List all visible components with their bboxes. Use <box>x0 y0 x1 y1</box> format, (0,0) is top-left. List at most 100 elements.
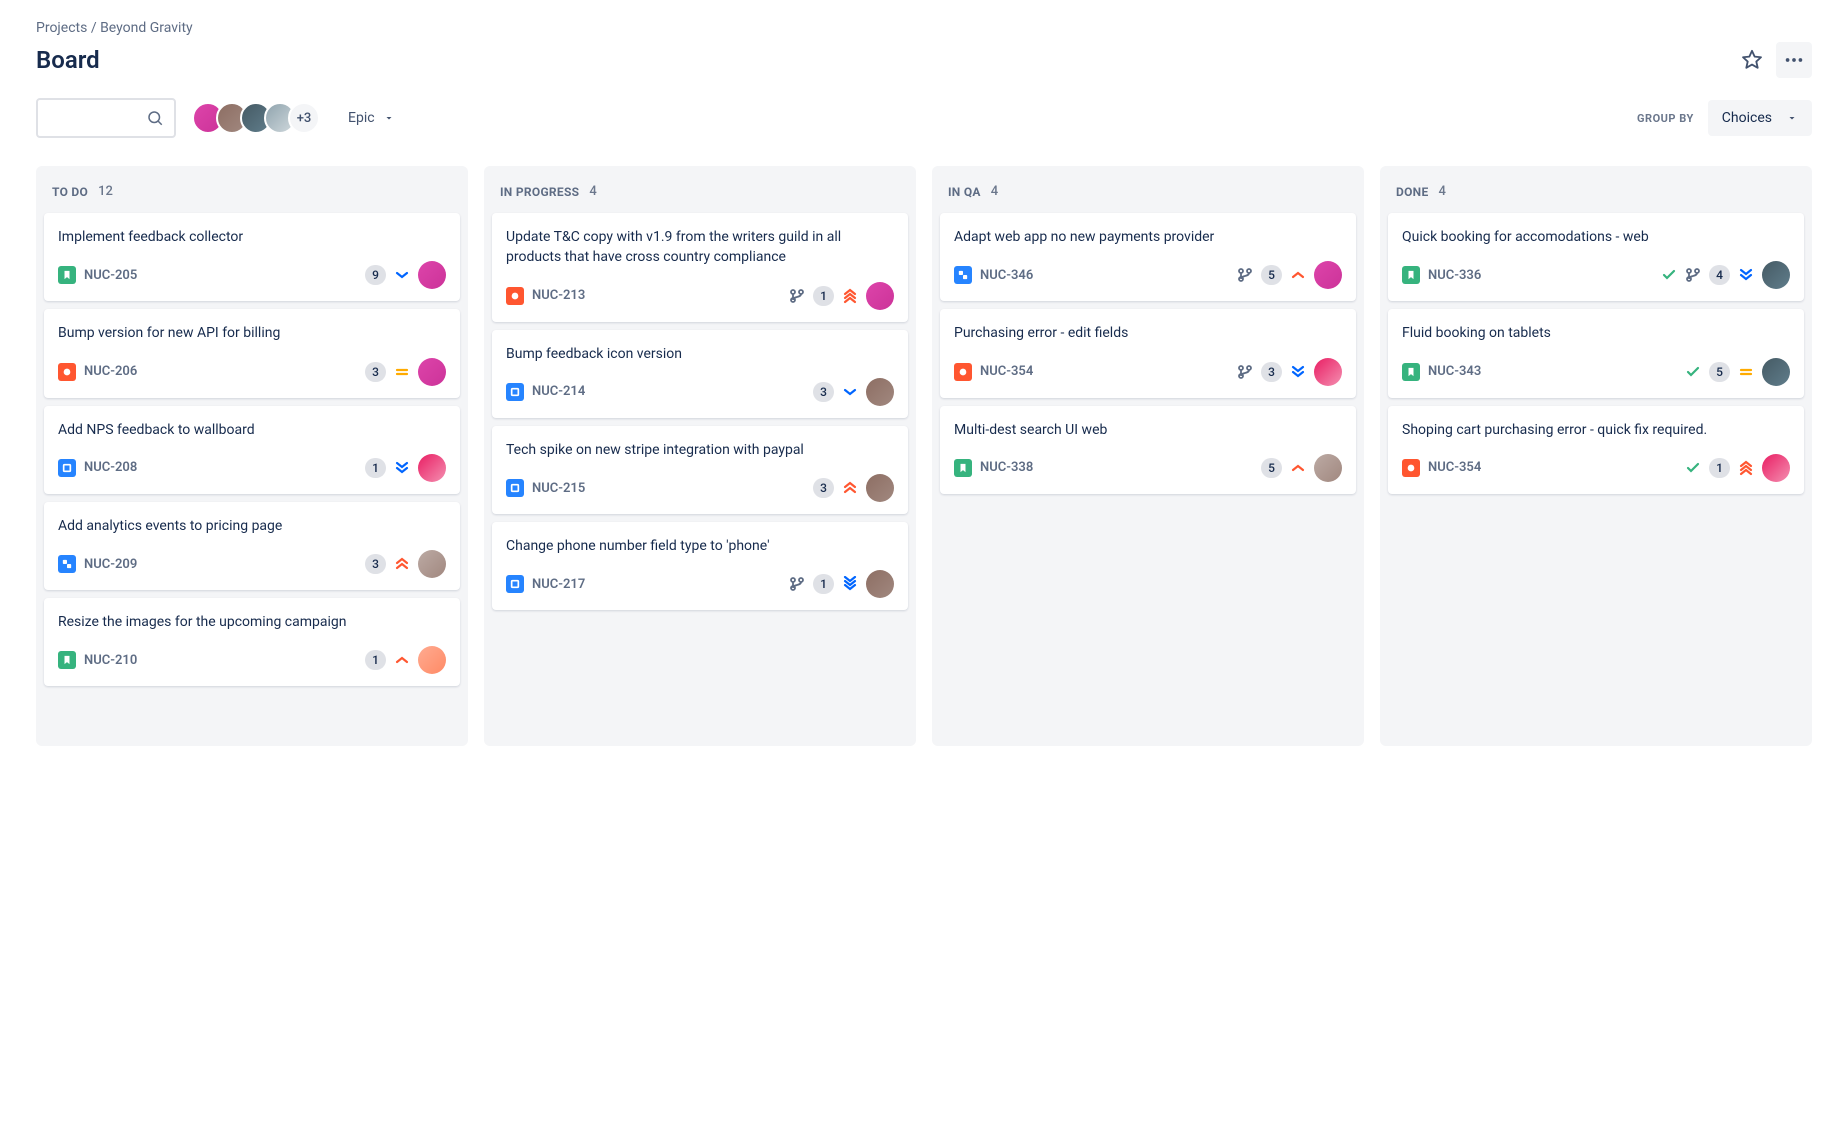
assignee-avatar[interactable] <box>1762 358 1790 386</box>
board-column: TO DO12 Implement feedback collector NUC… <box>36 166 468 746</box>
bug-icon <box>506 287 524 305</box>
assignee-avatar[interactable] <box>866 378 894 406</box>
story-icon <box>58 651 76 669</box>
assignee-avatar[interactable] <box>866 570 894 598</box>
breadcrumb: Projects / Beyond Gravity <box>36 20 1812 36</box>
search-input[interactable] <box>36 98 176 138</box>
issue-card[interactable]: Purchasing error - edit fields NUC-354 3 <box>940 309 1356 397</box>
board-column: IN QA 4 Adapt web app no new payments pro… <box>932 166 1364 746</box>
card-title: Update T&C copy with v1.9 from the write… <box>506 227 894 268</box>
card-title: Shoping cart purchasing error - quick fi… <box>1402 420 1790 440</box>
star-icon <box>1741 49 1763 71</box>
story-points-badge: 1 <box>365 458 386 478</box>
assignee-avatar[interactable] <box>1314 358 1342 386</box>
page-title: Board <box>36 46 100 74</box>
story-points-badge: 1 <box>813 574 834 594</box>
avatar-stack[interactable]: +3 <box>192 102 320 134</box>
done-check-icon <box>1685 460 1701 476</box>
issue-card[interactable]: Shoping cart purchasing error - quick fi… <box>1388 406 1804 494</box>
story-points-badge: 3 <box>813 382 834 402</box>
column-title: DONE <box>1396 185 1429 199</box>
issue-key: NUC-343 <box>1428 364 1481 379</box>
assignee-avatar[interactable] <box>1762 454 1790 482</box>
chevron-down-icon <box>1786 112 1798 124</box>
column-title: IN QA <box>948 185 981 199</box>
assignee-avatar[interactable] <box>1762 261 1790 289</box>
issue-key: NUC-208 <box>84 460 137 475</box>
priority-icon <box>842 480 858 496</box>
assignee-avatar[interactable] <box>1314 261 1342 289</box>
branch-icon <box>1237 364 1253 380</box>
priority-icon <box>394 267 410 283</box>
issue-card[interactable]: Resize the images for the upcoming campa… <box>44 598 460 686</box>
task-icon <box>506 479 524 497</box>
column-count: 12 <box>98 184 113 199</box>
column-count: 4 <box>589 184 596 199</box>
issue-card[interactable]: Quick booking for accomodations - web NU… <box>1388 213 1804 301</box>
breadcrumb-project[interactable]: Beyond Gravity <box>100 20 193 36</box>
issue-card[interactable]: Bump version for new API for billing NUC… <box>44 309 460 397</box>
more-icon <box>1783 49 1805 71</box>
bug-icon <box>58 363 76 381</box>
group-by-value: Choices <box>1722 110 1772 126</box>
card-title: Adapt web app no new payments provider <box>954 227 1342 247</box>
issue-key: NUC-206 <box>84 364 137 379</box>
issue-card[interactable]: Change phone number field type to 'phone… <box>492 522 908 610</box>
story-points-badge: 5 <box>1709 362 1730 382</box>
assignee-avatar[interactable] <box>418 261 446 289</box>
star-button[interactable] <box>1734 42 1770 78</box>
issue-card[interactable]: Tech spike on new stripe integration wit… <box>492 426 908 514</box>
assignee-avatar[interactable] <box>418 358 446 386</box>
issue-card[interactable]: Bump feedback icon version NUC-214 3 <box>492 330 908 418</box>
epic-filter[interactable]: Epic <box>336 102 407 134</box>
story-icon <box>1402 363 1420 381</box>
board-column: DONE4 Quick booking for accomodations - … <box>1380 166 1812 746</box>
issue-key: NUC-354 <box>1428 460 1481 475</box>
issue-card[interactable]: Implement feedback collector NUC-205 9 <box>44 213 460 301</box>
done-check-icon <box>1661 267 1677 283</box>
subtask-icon <box>954 266 972 284</box>
assignee-avatar[interactable] <box>866 474 894 502</box>
issue-card[interactable]: Adapt web app no new payments provider N… <box>940 213 1356 301</box>
assignee-avatar[interactable] <box>418 454 446 482</box>
priority-icon <box>1738 460 1754 476</box>
assignee-avatar[interactable] <box>1314 454 1342 482</box>
done-check-icon <box>1685 364 1701 380</box>
story-points-badge: 3 <box>365 554 386 574</box>
bug-icon <box>1402 459 1420 477</box>
breadcrumb-root[interactable]: Projects <box>36 20 87 36</box>
priority-icon <box>1290 267 1306 283</box>
card-title: Add analytics events to pricing page <box>58 516 446 536</box>
priority-icon <box>1738 364 1754 380</box>
issue-card[interactable]: Fluid booking on tablets NUC-343 5 <box>1388 309 1804 397</box>
board-column: IN PROGRESS4 Update T&C copy with v1.9 f… <box>484 166 916 746</box>
chevron-down-icon <box>383 112 395 124</box>
issue-card[interactable]: Add analytics events to pricing page NUC… <box>44 502 460 590</box>
issue-key: NUC-217 <box>532 577 585 592</box>
issue-card[interactable]: Add NPS feedback to wallboard NUC-208 1 <box>44 406 460 494</box>
task-icon <box>506 575 524 593</box>
more-button[interactable] <box>1776 42 1812 78</box>
assignee-avatar[interactable] <box>418 646 446 674</box>
task-icon <box>58 459 76 477</box>
assignee-avatar[interactable] <box>866 282 894 310</box>
priority-icon <box>842 288 858 304</box>
issue-card[interactable]: Multi-dest search UI web NUC-338 5 <box>940 406 1356 494</box>
story-points-badge: 3 <box>365 362 386 382</box>
priority-icon <box>1290 364 1306 380</box>
issue-card[interactable]: Update T&C copy with v1.9 from the write… <box>492 213 908 322</box>
story-points-badge: 1 <box>813 286 834 306</box>
avatar-overflow[interactable]: +3 <box>288 102 320 134</box>
card-title: Add NPS feedback to wallboard <box>58 420 446 440</box>
story-points-badge: 3 <box>1261 362 1282 382</box>
issue-key: NUC-214 <box>532 384 585 399</box>
branch-icon <box>789 576 805 592</box>
story-points-badge: 5 <box>1261 265 1282 285</box>
issue-key: NUC-209 <box>84 557 137 572</box>
column-count: 4 <box>991 184 998 199</box>
group-by-select[interactable]: Choices <box>1708 100 1812 136</box>
subtask-icon <box>58 555 76 573</box>
assignee-avatar[interactable] <box>418 550 446 578</box>
issue-key: NUC-215 <box>532 481 585 496</box>
card-title: Implement feedback collector <box>58 227 446 247</box>
